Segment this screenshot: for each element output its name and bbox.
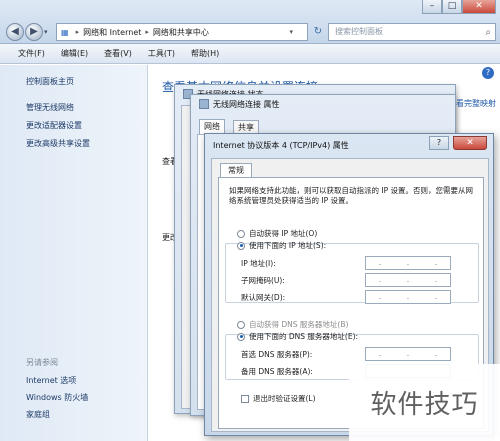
ip-auto-radio[interactable]: 自动获得 IP 地址(O) [237, 228, 317, 239]
minimize-button[interactable]: – [422, 0, 442, 14]
full-map-link[interactable]: 看完整映射 [456, 98, 496, 109]
menu-bar: 文件(F) 编辑(E) 查看(V) 工具(T) 帮助(H) [0, 44, 500, 64]
ip-address-input[interactable]: ... [365, 256, 451, 270]
subnet-mask-label: 子网掩码(U): [241, 276, 285, 285]
see-also-header: 另请参阅 [26, 358, 58, 367]
address-dropdown-icon[interactable]: ▾ [289, 28, 293, 36]
sidebar-item-firewall[interactable]: Windows 防火墙 [26, 392, 88, 403]
window-controls: – □ ✕ [422, 0, 496, 16]
sidebar: 控制面板主页 管理无线网络 更改适配器设置 更改高级共享设置 另请参阅 Inte… [0, 65, 148, 441]
dialog-title: Internet 协议版本 4 (TCP/IPv4) 属性 [213, 141, 349, 150]
dns-auto-radio[interactable]: 自动获得 DNS 服务器地址(B) [237, 319, 348, 330]
menu-tools[interactable]: 工具(T) [148, 48, 175, 59]
radio-selected-icon [237, 332, 245, 341]
search-input[interactable]: 搜索控制面板 ⌕ [328, 23, 496, 41]
gateway-label: 默认网关(D): [241, 293, 286, 302]
breadcrumb-separator-icon: ▸ [75, 28, 80, 36]
dns-manual-label: 使用下面的 DNS 服务器地址(E): [249, 332, 359, 341]
validate-label: 退出时验证设置(L) [253, 394, 316, 403]
address-bar[interactable]: ▦ ▸ 网络和 Internet ▸ 网络和共享中心 ▾ [56, 23, 308, 41]
forward-arrow-icon[interactable]: ▶ [25, 23, 43, 41]
breadcrumb-separator-icon: ▸ [145, 28, 149, 36]
refresh-icon[interactable]: ↻ [310, 23, 326, 41]
tab-sharing[interactable]: 共享 [233, 120, 259, 134]
sidebar-item-wireless[interactable]: 管理无线网络 [26, 102, 74, 113]
tab-general[interactable]: 常规 [220, 163, 252, 178]
ip-address-label: IP 地址(I): [241, 259, 276, 268]
sidebar-item-adapter[interactable]: 更改适配器设置 [26, 120, 82, 131]
dns-manual-radio[interactable]: 使用下面的 DNS 服务器地址(E): [237, 331, 358, 342]
radio-selected-icon [237, 241, 245, 250]
gateway-input[interactable]: ... [365, 290, 451, 304]
validate-checkbox[interactable]: 退出时验证设置(L) [241, 393, 316, 404]
back-arrow-icon[interactable]: ◀ [6, 23, 24, 41]
breadcrumb-network-center[interactable]: 网络和共享中心 [153, 27, 209, 38]
alternate-dns-label: 备用 DNS 服务器(A): [241, 367, 313, 376]
network-icon [199, 99, 209, 109]
sidebar-item-internet-options[interactable]: Internet 选项 [26, 375, 76, 386]
address-toolbar: – □ ✕ ◀ ▶ ▾ ▦ ▸ 网络和 Internet ▸ 网络和共享中心 ▾… [0, 0, 500, 44]
subnet-mask-input[interactable]: ... [365, 273, 451, 287]
menu-help[interactable]: 帮助(H) [191, 48, 219, 59]
ip-manual-radio[interactable]: 使用下面的 IP 地址(S): [237, 240, 326, 251]
radio-icon [237, 229, 245, 238]
dns-auto-label: 自动获得 DNS 服务器地址(B) [249, 320, 349, 329]
help-icon[interactable]: ? [482, 67, 494, 79]
menu-file[interactable]: 文件(F) [18, 48, 45, 59]
sidebar-item-home[interactable]: 控制面板主页 [26, 76, 74, 87]
close-button[interactable]: ✕ [462, 0, 496, 14]
dialog-help-button[interactable]: ? [429, 136, 449, 150]
sidebar-item-sharing[interactable]: 更改高级共享设置 [26, 138, 90, 149]
wireless-props-title: 无线网络连接 属性 [213, 100, 280, 109]
tab-network[interactable]: 网络 [199, 119, 225, 134]
radio-icon [237, 320, 245, 329]
search-icon[interactable]: ⌕ [485, 25, 491, 41]
search-placeholder: 搜索控制面板 [335, 27, 383, 36]
sidebar-item-homegroup[interactable]: 家庭组 [26, 409, 50, 420]
preferred-dns-input[interactable]: ... [365, 347, 451, 361]
menu-view[interactable]: 查看(V) [104, 48, 132, 59]
watermark: 软件技巧 [349, 364, 500, 441]
history-dropdown-icon[interactable]: ▾ [44, 28, 48, 36]
menu-edit[interactable]: 编辑(E) [61, 48, 88, 59]
preferred-dns-label: 首选 DNS 服务器(P): [241, 350, 313, 359]
maximize-button[interactable]: □ [442, 0, 462, 14]
ip-auto-label: 自动获得 IP 地址(O) [249, 229, 318, 238]
dialog-close-button[interactable]: ✕ [453, 136, 487, 150]
checkbox-icon [241, 394, 249, 403]
breadcrumb-network-internet[interactable]: 网络和 Internet [83, 27, 141, 38]
ip-manual-label: 使用下面的 IP 地址(S): [249, 241, 327, 250]
description-text: 如果网络支持此功能，则可以获取自动指派的 IP 设置。否则，您需要从网络系统管理… [229, 186, 474, 205]
control-panel-icon: ▦ [61, 27, 69, 37]
